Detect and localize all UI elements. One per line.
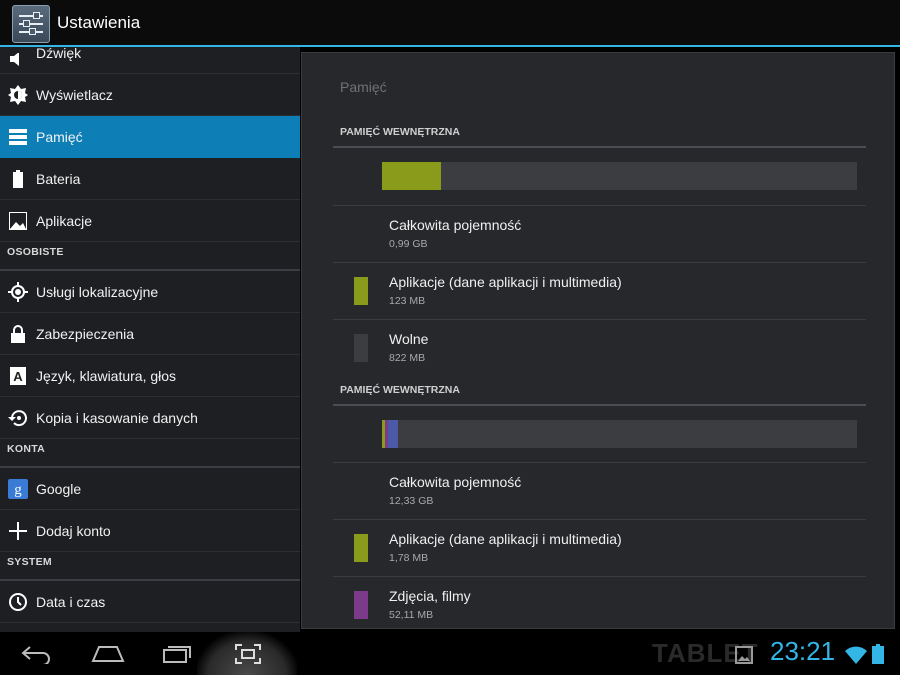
sidebar-item-battery[interactable]: Bateria (0, 158, 300, 200)
language-icon: A (0, 355, 36, 396)
row-value: 52,11 MB (389, 609, 434, 621)
sidebar-item-backup[interactable]: Kopia i kasowanie danych (0, 397, 300, 439)
row-value: 1,78 MB (389, 552, 429, 564)
internal-total-row: Całkowita pojemność 0,99 GB (333, 205, 866, 262)
row-title: Zdjęcia, filmy (389, 588, 471, 604)
back-button[interactable] (14, 632, 58, 675)
row-title: Całkowita pojemność (389, 217, 522, 233)
settings-app-icon[interactable] (12, 5, 50, 43)
row-value: 0,99 GB (389, 238, 428, 250)
usage-segment-apps (382, 162, 441, 190)
section-header-accounts: KONTA (0, 439, 300, 468)
sidebar-item-add-account[interactable]: Dodaj konto (0, 510, 300, 552)
settings-sidebar: Dźwięk Wyświetlacz Pamięć Bateria Aplika… (0, 47, 300, 632)
back-icon (21, 645, 50, 664)
battery-icon (0, 158, 36, 199)
sidebar-item-display[interactable]: Wyświetlacz (0, 74, 300, 116)
home-button[interactable] (86, 632, 130, 675)
row-title: Aplikacje (dane aplikacji i multimedia) (389, 531, 622, 547)
status-clock[interactable]: 23:21 (770, 636, 835, 667)
sidebar-item-label: Dodaj konto (36, 522, 111, 539)
wifi-icon (845, 646, 867, 669)
section-header-system: SYSTEM (0, 552, 300, 581)
section-header-internal-storage-2: PAMIĘĆ WEWNĘTRZNA (333, 384, 866, 406)
sidebar-item-label: Zabezpieczenia (36, 325, 135, 342)
internal-storage-2-usage-bar (382, 420, 857, 448)
sidebar-item-label: Google (36, 480, 82, 497)
free-color-swatch (354, 334, 368, 362)
clock-icon (0, 581, 36, 622)
app-title: Ustawienia (57, 13, 141, 32)
media-color-swatch (354, 591, 368, 619)
sidebar-item-label: Usługi lokalizacyjne (36, 283, 159, 300)
location-icon (0, 271, 36, 312)
google-icon: g (0, 468, 36, 509)
sidebar-item-date-time[interactable]: Data i czas (0, 581, 300, 623)
screenshot-icon (235, 643, 261, 664)
sidebar-item-location[interactable]: Usługi lokalizacyjne (0, 271, 300, 313)
internal2-total-row: Całkowita pojemność 12,33 GB (333, 462, 866, 519)
system-navigation-bar (0, 632, 900, 675)
panel-title: Pamięć (340, 79, 387, 95)
internal2-apps-row[interactable]: Aplikacje (dane aplikacji i multimedia) … (333, 519, 866, 576)
row-title: Wolne (389, 331, 429, 347)
internal-free-row: Wolne 822 MB (333, 319, 866, 376)
sound-icon (0, 47, 36, 73)
sidebar-item-label: Pamięć (36, 128, 83, 145)
row-value: 12,33 GB (389, 495, 434, 507)
section-header-internal-storage: PAMIĘĆ WEWNĘTRZNA (333, 126, 866, 148)
sidebar-item-language[interactable]: A Język, klawiatura, głos (0, 355, 300, 397)
sidebar-item-storage[interactable]: Pamięć (0, 116, 300, 158)
internal-apps-row[interactable]: Aplikacje (dane aplikacji i multimedia) … (333, 262, 866, 319)
row-title: Całkowita pojemność (389, 474, 522, 490)
lock-icon (0, 313, 36, 354)
row-value: 822 MB (389, 352, 426, 364)
action-bar: Ustawienia (0, 0, 900, 47)
sidebar-item-label: Bateria (36, 170, 81, 187)
recent-apps-icon (163, 645, 191, 663)
sidebar-item-label: Dźwięk (36, 47, 82, 61)
sidebar-item-sound[interactable]: Dźwięk (0, 47, 300, 74)
svg-text:A: A (13, 369, 23, 384)
sidebar-item-label: Kopia i kasowanie danych (36, 409, 198, 426)
section-header-personal: OSOBISTE (0, 242, 300, 271)
backup-icon (0, 397, 36, 438)
sidebar-item-apps[interactable]: Aplikacje (0, 200, 300, 242)
apps-color-swatch (354, 534, 368, 562)
apps-color-swatch (354, 277, 368, 305)
add-icon (0, 510, 36, 551)
sidebar-item-label: Wyświetlacz (36, 86, 113, 103)
internal-storage-usage-bar (382, 162, 857, 190)
home-icon (91, 645, 125, 662)
internal2-media-row[interactable]: Zdjęcia, filmy 52,11 MB (333, 576, 866, 628)
screenshot-button[interactable] (226, 632, 270, 675)
row-title: Aplikacje (dane aplikacji i multimedia) (389, 274, 622, 290)
battery-status-icon (872, 644, 884, 669)
gallery-notification-icon[interactable] (735, 646, 753, 669)
storage-icon (0, 116, 36, 157)
apps-icon (0, 200, 36, 241)
sidebar-item-google[interactable]: g Google (0, 468, 300, 510)
sidebar-item-label: Aplikacje (36, 212, 93, 229)
sidebar-item-label: Język, klawiatura, głos (36, 367, 177, 384)
svg-text:g: g (14, 482, 22, 498)
usage-segment-media (388, 420, 399, 448)
sidebar-item-security[interactable]: Zabezpieczenia (0, 313, 300, 355)
row-value: 123 MB (389, 295, 426, 307)
brightness-icon (0, 74, 36, 115)
storage-panel: Pamięć PAMIĘĆ WEWNĘTRZNA Całkowita pojem… (302, 53, 894, 628)
sidebar-item-label: Data i czas (36, 593, 106, 610)
recent-apps-button[interactable] (156, 632, 200, 675)
